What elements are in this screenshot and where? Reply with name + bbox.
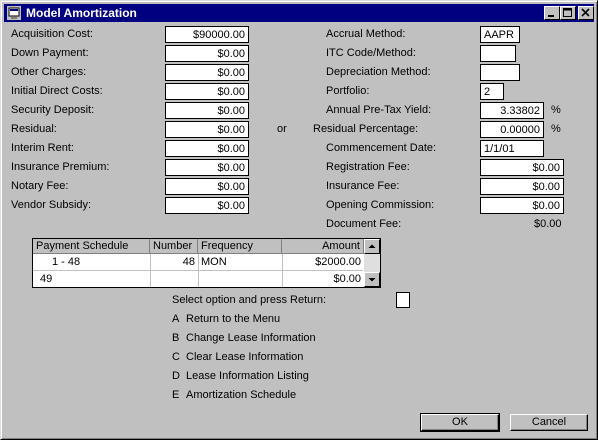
- other-charges-label: Other Charges:: [11, 66, 87, 78]
- security-deposit-label: Security Deposit:: [11, 104, 95, 116]
- opening-commission-field[interactable]: $0.00: [480, 197, 564, 214]
- annual-pretax-yield-field[interactable]: 3.33802: [480, 102, 544, 119]
- initial-direct-costs-label: Initial Direct Costs:: [11, 85, 103, 97]
- acquisition-cost-field[interactable]: $90000.00: [165, 26, 249, 43]
- insurance-fee-label: Insurance Fee:: [326, 180, 400, 192]
- portfolio-label: Portfolio:: [326, 85, 370, 97]
- scroll-down-icon: [368, 278, 376, 282]
- minimize-icon: [548, 15, 554, 17]
- registration-fee-field[interactable]: $0.00: [480, 159, 564, 176]
- document-fee-label: Document Fee:: [326, 218, 402, 230]
- cell-schedule[interactable]: 1 - 48: [49, 254, 149, 270]
- or-label: or: [277, 123, 287, 135]
- residual-field[interactable]: $0.00: [165, 121, 249, 138]
- insurance-premium-field[interactable]: $0.00: [165, 159, 249, 176]
- commencement-date-label: Commencement Date:: [326, 142, 437, 154]
- vertical-scrollbar[interactable]: [364, 239, 380, 287]
- initial-direct-costs-field[interactable]: $0.00: [165, 83, 249, 100]
- option-label: Change Lease Information: [186, 332, 316, 344]
- commencement-date-field[interactable]: 1/1/01: [480, 140, 544, 157]
- registration-fee-label: Registration Fee:: [326, 161, 410, 173]
- maximize-icon: [563, 8, 572, 17]
- cell-number[interactable]: [150, 271, 198, 287]
- payment-schedule-grid[interactable]: Payment Schedule Number Frequency Amount…: [32, 238, 381, 288]
- close-button[interactable]: [578, 6, 594, 20]
- close-icon: [581, 8, 590, 17]
- option-label: Amortization Schedule: [186, 389, 297, 401]
- accrual-method-label: Accrual Method:: [326, 28, 406, 40]
- document-fee-value: $0.00: [534, 218, 562, 230]
- opening-commission-label: Opening Commission:: [326, 199, 435, 211]
- notary-fee-field[interactable]: $0.00: [165, 178, 249, 195]
- interim-rent-label: Interim Rent:: [11, 142, 74, 154]
- other-charges-field[interactable]: $0.00: [165, 64, 249, 81]
- minimize-button[interactable]: [544, 6, 560, 20]
- option-label: Clear Lease Information: [186, 351, 304, 363]
- down-payment-field[interactable]: $0.00: [165, 45, 249, 62]
- option-label: Return to the Menu: [186, 313, 281, 325]
- cell-frequency[interactable]: MON: [198, 254, 282, 270]
- option-key: D: [172, 370, 180, 382]
- itc-code-method-field[interactable]: [480, 45, 516, 62]
- select-option-prompt: Select option and press Return:: [172, 294, 327, 306]
- model-amortization-window: Model Amortization Acquisition Cost: $90…: [0, 0, 598, 440]
- window-title: Model Amortization: [26, 6, 137, 20]
- option-key: A: [172, 313, 180, 325]
- depreciation-method-label: Depreciation Method:: [326, 66, 431, 78]
- app-icon: [7, 6, 21, 20]
- ok-button[interactable]: OK: [420, 413, 500, 432]
- option-key: B: [172, 332, 180, 344]
- residual-percentage-percent: %: [551, 123, 561, 135]
- cell-number[interactable]: 48: [150, 254, 198, 270]
- vendor-subsidy-label: Vendor Subsidy:: [11, 199, 92, 211]
- portfolio-field[interactable]: 2: [480, 83, 504, 100]
- col-header-frequency[interactable]: Frequency: [198, 239, 282, 254]
- insurance-premium-label: Insurance Premium:: [11, 161, 110, 173]
- cell-schedule[interactable]: 49: [37, 271, 149, 287]
- scroll-up-button[interactable]: [364, 239, 380, 254]
- title-bar[interactable]: Model Amortization: [4, 4, 594, 22]
- col-header-amount[interactable]: Amount: [282, 239, 364, 254]
- col-header-payment-schedule[interactable]: Payment Schedule: [33, 239, 150, 254]
- security-deposit-field[interactable]: $0.00: [165, 102, 249, 119]
- depreciation-method-field[interactable]: [480, 64, 520, 81]
- maximize-button[interactable]: [560, 6, 576, 20]
- option-label: Lease Information Listing: [186, 370, 309, 382]
- interim-rent-field[interactable]: $0.00: [165, 140, 249, 157]
- annual-pretax-yield-label: Annual Pre-Tax Yield:: [326, 104, 432, 116]
- scroll-up-icon: [368, 244, 376, 248]
- scroll-down-button[interactable]: [364, 272, 380, 287]
- option-key: E: [172, 389, 180, 401]
- residual-percentage-label: Residual Percentage:: [313, 123, 419, 135]
- insurance-fee-field[interactable]: $0.00: [480, 178, 564, 195]
- vendor-subsidy-field[interactable]: $0.00: [165, 197, 249, 214]
- cancel-button[interactable]: Cancel: [510, 414, 588, 431]
- residual-percentage-field[interactable]: 0.00000: [480, 121, 544, 138]
- residual-label: Residual:: [11, 123, 57, 135]
- acquisition-cost-label: Acquisition Cost:: [11, 28, 93, 40]
- annual-pretax-yield-percent: %: [551, 104, 561, 116]
- cell-amount[interactable]: $2000.00: [282, 254, 364, 270]
- itc-code-method-label: ITC Code/Method:: [326, 47, 416, 59]
- cell-amount[interactable]: $0.00: [282, 271, 364, 287]
- col-header-number[interactable]: Number: [150, 239, 198, 254]
- option-input[interactable]: [396, 292, 410, 308]
- option-key: C: [172, 351, 180, 363]
- accrual-method-field[interactable]: AAPR: [480, 26, 520, 43]
- down-payment-label: Down Payment:: [11, 47, 89, 59]
- notary-fee-label: Notary Fee:: [11, 180, 69, 192]
- cell-frequency[interactable]: [198, 271, 282, 287]
